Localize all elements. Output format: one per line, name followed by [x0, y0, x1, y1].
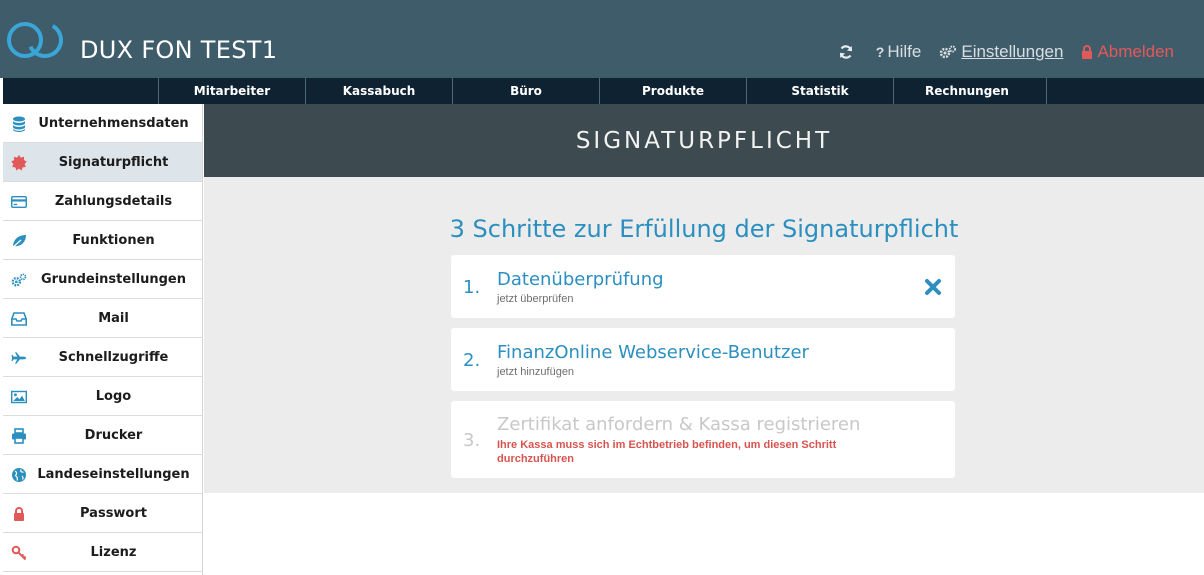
- sidebar-item-label: Drucker: [84, 427, 143, 443]
- steps-heading: 3 Schritte zur Erfüllung der Signaturpfl…: [449, 215, 959, 243]
- sidebar-item-unternehmensdaten[interactable]: Unternehmensdaten: [3, 104, 202, 143]
- gears-icon: [11, 272, 27, 288]
- step-card-3: 3. Zertifikat anfordern & Kassa registri…: [451, 401, 955, 478]
- database-icon: [11, 116, 27, 132]
- sidebar-item-label: Lizenz: [90, 544, 137, 560]
- nav-buero[interactable]: Büro: [452, 78, 599, 104]
- sidebar-item-label: Grundeinstellungen: [41, 271, 186, 287]
- globe-icon: [11, 467, 27, 483]
- nav-rechnungen[interactable]: Rechnungen: [893, 78, 1040, 104]
- sidebar-item-grundeinstellungen[interactable]: Grundeinstellungen: [3, 260, 202, 299]
- lock-icon: [1082, 45, 1093, 59]
- help-link[interactable]: ? Hilfe: [876, 42, 922, 62]
- step-action-link[interactable]: jetzt überprüfen: [497, 293, 573, 305]
- sidebar-item-label: Funktionen: [72, 232, 155, 248]
- sidebar-item-label: Landeseinstellungen: [37, 466, 190, 482]
- app-title: DUX FON TEST1: [80, 36, 278, 64]
- sidebar-item-drucker[interactable]: Drucker: [3, 416, 202, 455]
- question-icon: ?: [875, 44, 885, 60]
- gears-icon: [940, 45, 957, 59]
- refresh-button[interactable]: [838, 44, 858, 60]
- sidebar-item-label: Mail: [98, 310, 129, 326]
- page-title: SIGNATURPFLICHT: [575, 127, 833, 154]
- sidebar-item-label: Signaturpflicht: [58, 154, 169, 170]
- sidebar-item-funktionen[interactable]: Funktionen: [3, 221, 202, 260]
- app-header: DUX FON TEST1 ? Hilfe Einstellungen Abme…: [0, 0, 1204, 78]
- nav-statistik[interactable]: Statistik: [746, 78, 893, 104]
- credit-card-icon: [11, 194, 27, 210]
- image-icon: [11, 389, 27, 405]
- sidebar-item-logo[interactable]: Logo: [3, 377, 202, 416]
- refresh-icon: [839, 45, 852, 59]
- sidebar-item-landeseinstellungen[interactable]: Landeseinstellungen: [3, 455, 202, 494]
- step-number: 1.: [463, 277, 481, 298]
- lock-icon: [11, 506, 27, 522]
- close-icon[interactable]: [923, 277, 943, 297]
- settings-sidebar: Unternehmensdaten Signaturpflicht Zahlun…: [3, 104, 203, 575]
- step-warning: Ihre Kassa muss sich im Echtbetrieb befi…: [497, 439, 837, 465]
- nav-kassabuch[interactable]: Kassabuch: [305, 78, 452, 104]
- page-title-band: SIGNATURPFLICHT: [204, 104, 1204, 177]
- seal-icon: [11, 155, 27, 171]
- app-logo: [7, 22, 63, 58]
- sidebar-item-schnellzugriffe[interactable]: Schnellzugriffe: [3, 338, 202, 377]
- sidebar-item-signaturpflicht[interactable]: Signaturpflicht: [3, 143, 202, 182]
- header-actions: ? Hilfe Einstellungen Abmelden: [820, 42, 1174, 62]
- step-number: 2.: [463, 350, 481, 371]
- sidebar-item-lizenz[interactable]: Lizenz: [3, 533, 202, 572]
- step-number: 3.: [463, 430, 481, 451]
- nav-mitarbeiter[interactable]: Mitarbeiter: [158, 78, 305, 104]
- logout-link[interactable]: Abmelden: [1081, 42, 1174, 62]
- step-title: Zertifikat anfordern & Kassa registriere…: [497, 414, 861, 435]
- logout-label: Abmelden: [1097, 42, 1174, 61]
- main-content: 3 Schritte zur Erfüllung der Signaturpfl…: [204, 177, 1204, 493]
- step-card-2[interactable]: 2. FinanzOnline Webservice-Benutzer jetz…: [451, 328, 955, 391]
- sidebar-item-label: Passwort: [80, 505, 147, 521]
- top-navigation: Mitarbeiter Kassabuch Büro Produkte Stat…: [3, 78, 1204, 104]
- step-card-1[interactable]: 1. Datenüberprüfung jetzt überprüfen: [451, 255, 955, 318]
- nav-divider: [1046, 78, 1047, 104]
- sidebar-item-label: Logo: [95, 388, 132, 404]
- sidebar-item-mail[interactable]: Mail: [3, 299, 202, 338]
- nav-produkte[interactable]: Produkte: [599, 78, 746, 104]
- leaf-icon: [11, 233, 27, 249]
- printer-icon: [11, 428, 27, 444]
- plane-icon: [11, 350, 27, 366]
- sidebar-item-zahlungsdetails[interactable]: Zahlungsdetails: [3, 182, 202, 221]
- inbox-icon: [11, 311, 27, 327]
- step-title: Datenüberprüfung: [497, 269, 664, 290]
- sidebar-item-label: Unternehmensdaten: [38, 115, 189, 131]
- sidebar-item-passwort[interactable]: Passwort: [3, 494, 202, 533]
- step-action-link[interactable]: jetzt hinzufügen: [497, 366, 574, 378]
- step-title: FinanzOnline Webservice-Benutzer: [497, 342, 809, 363]
- settings-link[interactable]: Einstellungen: [939, 42, 1063, 62]
- sidebar-item-label: Zahlungsdetails: [54, 193, 173, 209]
- sidebar-item-label: Schnellzugriffe: [58, 349, 169, 365]
- settings-label: Einstellungen: [961, 42, 1064, 61]
- key-icon: [11, 545, 27, 561]
- help-label: Hilfe: [887, 42, 922, 61]
